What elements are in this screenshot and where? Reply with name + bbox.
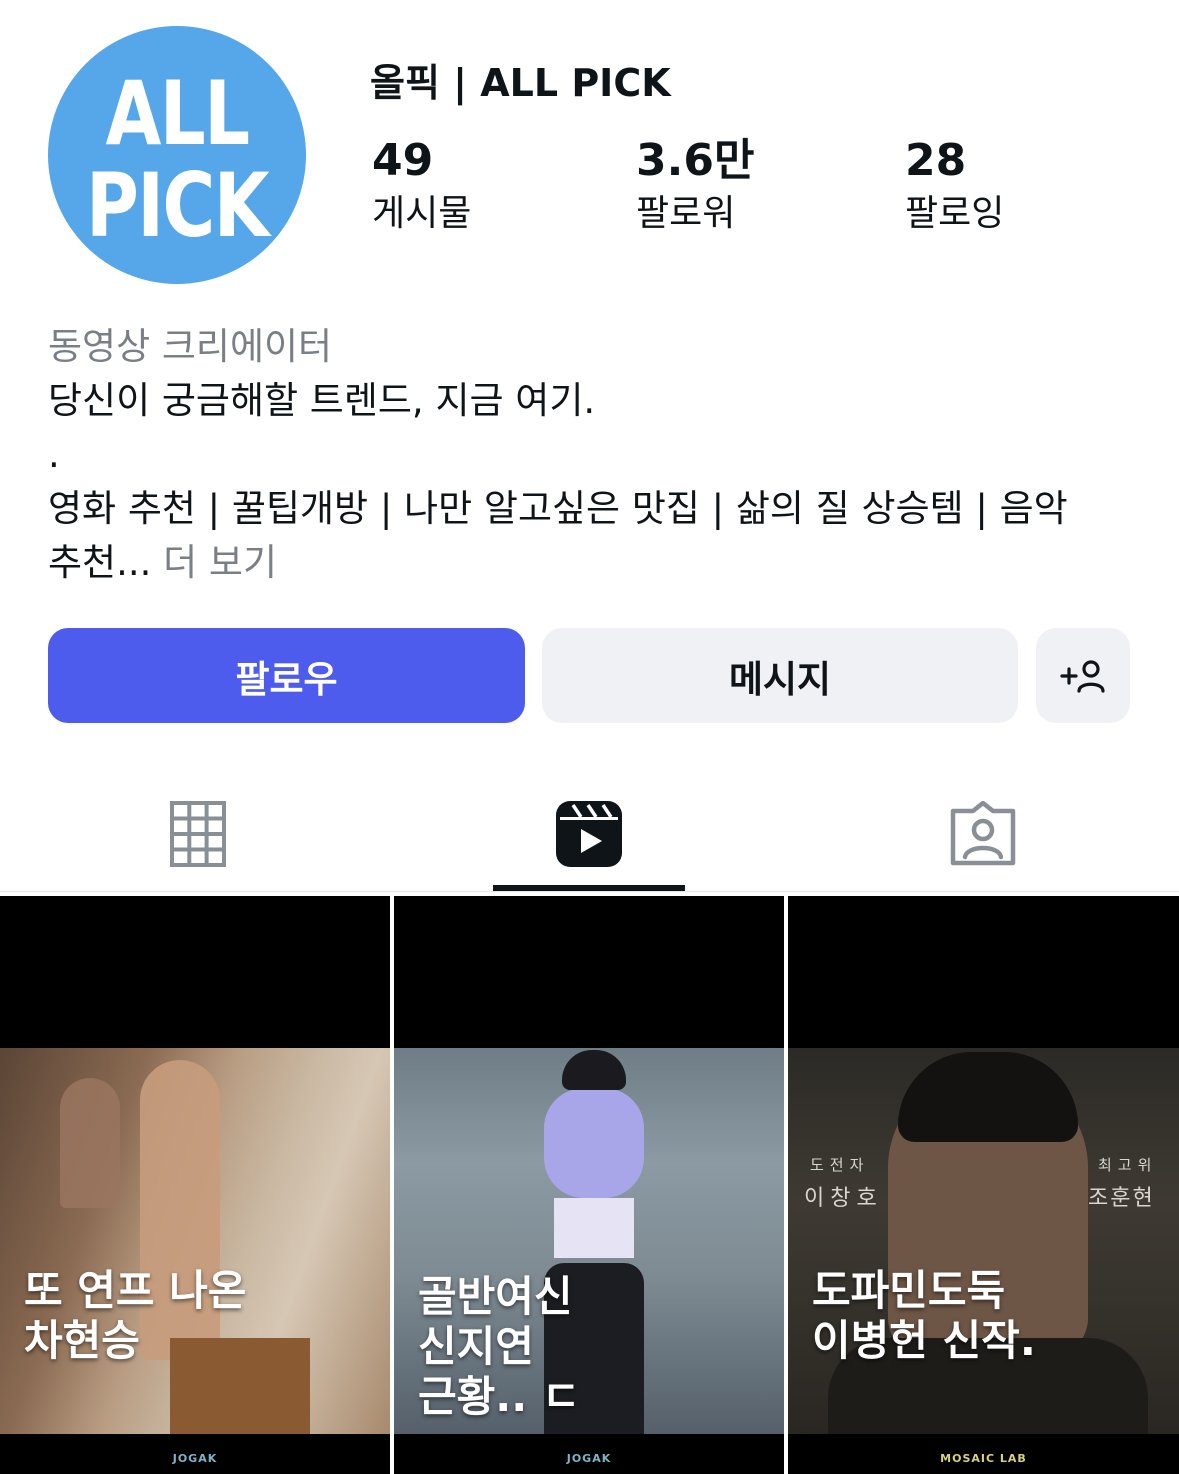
message-button[interactable]: 메시지: [542, 628, 1018, 723]
reel-tile-1[interactable]: 또 연프 나온 차현승 JOGAK: [0, 896, 390, 1474]
tab-divider: [0, 891, 1179, 892]
bio-category: 동영상 크리에이터: [48, 325, 333, 368]
bio-line-4: 추천... 더 보기: [48, 536, 1138, 590]
reel-caption-line: 신지연: [418, 1322, 534, 1371]
reel-caption-line: 근황.. ㄷ: [418, 1372, 581, 1421]
tab-grid[interactable]: [100, 784, 295, 884]
add-user-button[interactable]: [1036, 628, 1130, 723]
bio-line-4-text: 추천...: [48, 541, 152, 584]
posts-count: 49: [372, 135, 434, 186]
tab-reels[interactable]: [493, 784, 685, 884]
followers-count: 3.6만: [636, 135, 755, 186]
reel-brand-2: JOGAK: [566, 1452, 612, 1465]
profile-name: 올픽 | ALL PICK: [370, 61, 671, 105]
avatar-logo-line1: ALL: [105, 62, 251, 165]
reel-caption-line: 이병헌 신작.: [812, 1316, 1036, 1365]
reel-tile-2[interactable]: 골반여신 신지연 근황.. ㄷ JOGAK: [394, 896, 784, 1474]
grid-icon: [169, 801, 226, 867]
thumbnail-figure: [60, 1078, 120, 1208]
reel-thumbnail-1: [0, 1048, 390, 1434]
profile-bio: 동영상 크리에이터 당신이 궁금해할 트렌드, 지금 여기. . 영화 추천 |…: [48, 320, 1138, 590]
following-label: 팔로잉: [905, 193, 1005, 234]
stat-following[interactable]: 28 팔로잉: [905, 134, 1004, 238]
sign-left-title: 도전자: [810, 1156, 870, 1174]
reels-icon: [556, 801, 622, 867]
followers-label: 팔로워: [636, 193, 736, 234]
following-count: 28: [905, 135, 967, 186]
avatar-logo-line2: PICK: [85, 154, 270, 257]
tagged-icon: [950, 801, 1015, 866]
add-person-icon: [1060, 659, 1105, 693]
reel-caption-line: 골반여신: [418, 1272, 573, 1321]
thumbnail-figure: [554, 1198, 634, 1258]
reel-caption-1: 또 연프 나온 차현승: [24, 1266, 246, 1366]
reel-tile-3[interactable]: 도전자 이창호 최고위 조훈현 도파민도둑 이병헌 신작. MOSAIC LAB: [788, 896, 1179, 1474]
posts-label: 게시물: [372, 193, 472, 234]
profile-avatar[interactable]: ALL PICK: [48, 26, 306, 284]
reel-caption-2: 골반여신 신지연 근황.. ㄷ: [418, 1272, 580, 1422]
sign-right-title: 최고위: [1098, 1156, 1158, 1174]
reel-caption-line: 차현승: [24, 1316, 140, 1365]
reel-caption-line: 또 연프 나온: [24, 1266, 247, 1315]
stat-followers[interactable]: 3.6만 팔로워: [636, 134, 754, 238]
bio-line-3: 영화 추천 | 꿀팁개방 | 나만 알고싶은 맛집 | 삶의 질 상승템 | 음…: [48, 487, 1068, 530]
bio-line-2: .: [48, 433, 60, 476]
follow-button[interactable]: 팔로우: [48, 628, 525, 723]
reel-thumbnail-3: 도전자 이창호 최고위 조훈현: [788, 1048, 1179, 1434]
bio-line-1: 당신이 궁금해할 트렌드, 지금 여기.: [48, 379, 596, 422]
tab-tagged[interactable]: [885, 784, 1080, 884]
thumbnail-figure: [544, 1088, 644, 1198]
sign-right-name: 조훈현: [1088, 1186, 1155, 1211]
reel-brand-1: JOGAK: [172, 1452, 218, 1465]
reel-caption-3: 도파민도둑 이병헌 신작.: [812, 1266, 1036, 1366]
stat-posts[interactable]: 49 게시물: [372, 134, 471, 238]
reel-brand-3: MOSAIC LAB: [940, 1452, 1027, 1465]
thumbnail-figure: [898, 1052, 1078, 1142]
thumbnail-figure: [562, 1050, 626, 1090]
bio-more-link[interactable]: 더 보기: [151, 541, 277, 584]
sign-left-name: 이창호: [804, 1186, 883, 1211]
reel-caption-line: 도파민도둑: [812, 1266, 1006, 1315]
